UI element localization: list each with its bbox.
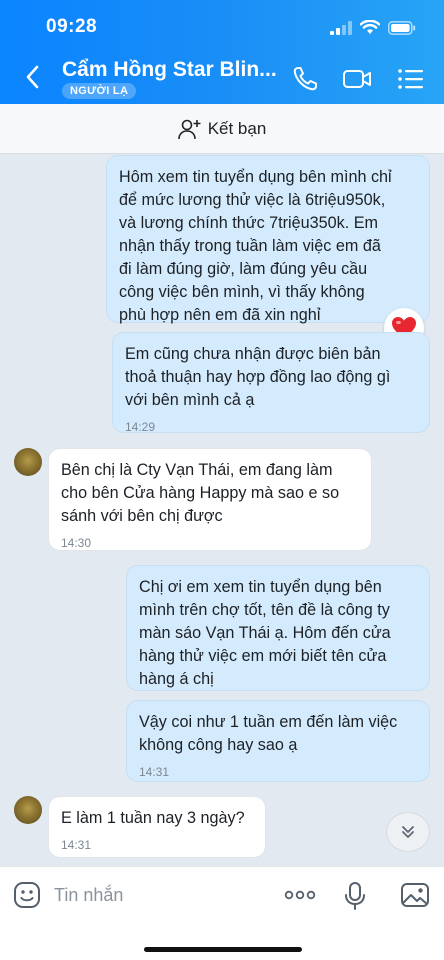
status-icons <box>330 20 416 35</box>
message-bubble[interactable]: Bên chị là Cty Vạn Thái, em đang làm cho… <box>48 448 372 551</box>
microphone-icon[interactable] <box>344 881 366 911</box>
message-bubble[interactable]: E làm 1 tuần nay 3 ngày? 14:31 <box>48 796 266 858</box>
video-call-icon[interactable] <box>342 64 372 94</box>
message-bubble[interactable]: Hôm xem tin tuyển dụng bên mình chỉ để m… <box>106 155 430 324</box>
signal-icon <box>330 20 352 35</box>
message-text: E làm 1 tuần nay 3 ngày? <box>61 809 245 827</box>
add-friend-icon <box>177 119 201 139</box>
home-indicator <box>144 947 302 952</box>
message-bubble[interactable]: Em cũng chưa nhận được biên bản thoả thu… <box>112 332 430 434</box>
add-friend-button[interactable]: Kết bạn <box>0 104 444 154</box>
back-icon[interactable] <box>22 64 44 90</box>
stranger-tag: NGƯỜI LẠ <box>62 83 137 99</box>
status-time: 09:28 <box>46 16 98 37</box>
message-bubble[interactable]: Vậy coi như 1 tuần em đến làm việc không… <box>126 700 430 782</box>
avatar[interactable] <box>14 448 42 476</box>
message-time: 14:31 <box>139 765 170 779</box>
menu-icon[interactable] <box>396 64 426 94</box>
phone-icon[interactable] <box>290 64 320 94</box>
message-text: Vậy coi như 1 tuần em đến làm việc không… <box>139 713 398 754</box>
more-options-icon[interactable] <box>284 885 316 905</box>
message-input[interactable]: Tin nhắn <box>54 885 123 906</box>
message-time: 14:29 <box>125 420 156 434</box>
chat-header: 09:28 Cẩm Hồng Star Blin... NGƯỜI LẠ <box>0 0 444 104</box>
wifi-icon <box>360 20 380 34</box>
message-text: Hôm xem tin tuyển dụng bên mình chỉ để m… <box>119 168 392 324</box>
message-input-bar: Tin nhắn <box>0 866 444 960</box>
message-text: Em cũng chưa nhận được biên bản thoả thu… <box>125 345 391 409</box>
contact-name[interactable]: Cẩm Hồng Star Blin... <box>62 58 277 82</box>
message-text: Chị ơi em xem tin tuyển dụng bên mình tr… <box>139 578 391 688</box>
image-icon[interactable] <box>400 881 430 909</box>
message-text: Bên chị là Cty Vạn Thái, em đang làm cho… <box>61 461 340 525</box>
double-chevron-down-icon <box>402 826 414 838</box>
message-time: 14:31 <box>61 838 92 852</box>
avatar[interactable] <box>14 796 42 824</box>
message-time: 14:30 <box>61 536 92 550</box>
add-friend-label: Kết bạn <box>207 118 267 138</box>
message-bubble[interactable]: Chị ơi em xem tin tuyển dụng bên mình tr… <box>126 565 430 691</box>
sticker-icon[interactable] <box>13 881 41 909</box>
scroll-down-button[interactable] <box>386 812 430 852</box>
battery-icon <box>388 20 416 35</box>
